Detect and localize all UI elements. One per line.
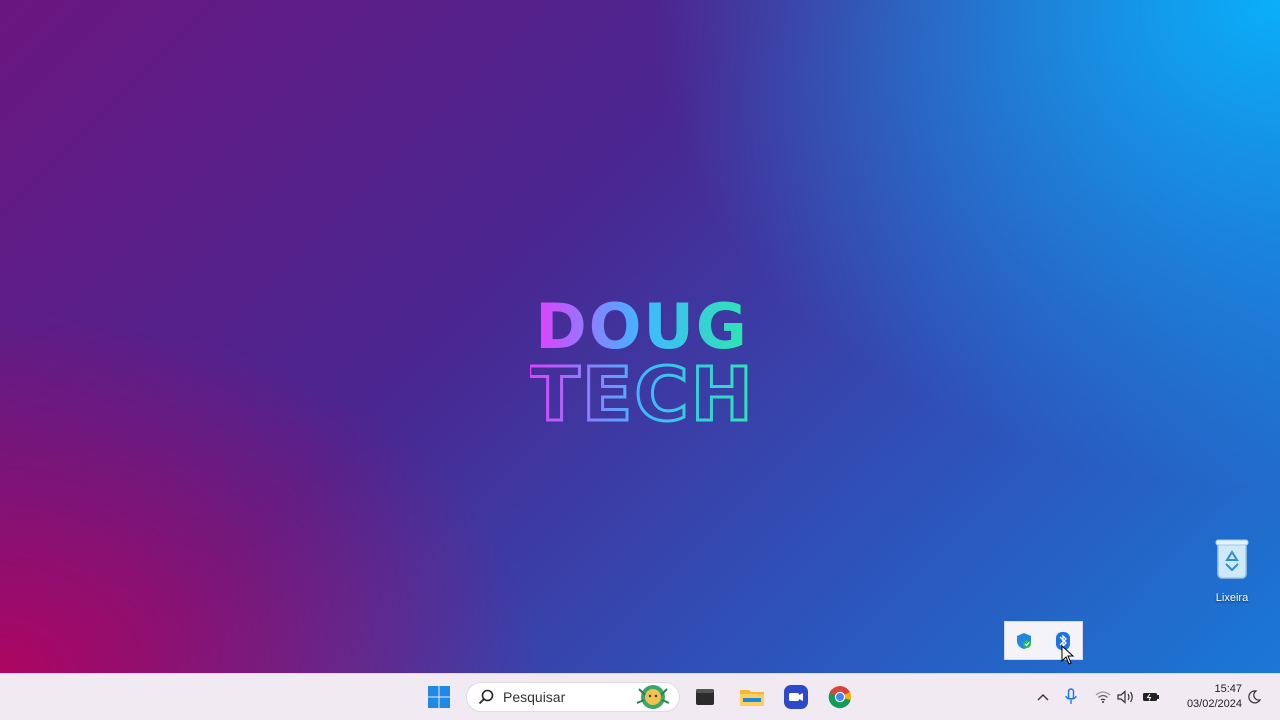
file-explorer-icon [740,690,764,706]
file-explorer-button[interactable] [735,680,769,714]
search-highlight-icon [636,685,670,709]
logo-line-2: TECH [530,352,755,430]
battery-icon [1143,693,1159,701]
terminal-icon [696,689,714,705]
show-hidden-icons-button[interactable] [1032,686,1054,708]
battery-button[interactable] [1140,686,1162,708]
search-icon [477,688,495,706]
wifi-icon [1095,691,1111,703]
taskbar-clock[interactable]: 15:47 03/02/2024 [1166,682,1242,712]
recycle-bin-label: Lixeira [1215,592,1249,604]
chrome-icon [828,686,852,709]
mouse-cursor-icon [1061,645,1075,665]
dougtech-logo: DOUG TECH [530,290,755,430]
windows-start-icon [428,686,450,708]
taskbar: Pesquisar 15:47 03/02/2024 [0,673,1280,720]
taskbar-search-box[interactable]: Pesquisar [466,682,680,712]
notifications-button[interactable] [1243,686,1265,708]
desktop-wallpaper: DOUG TECH Lixeira [0,0,1280,673]
clock-time: 15:47 [1214,683,1242,695]
recycle-bin-shortcut[interactable]: Lixeira [1204,538,1260,608]
search-placeholder: Pesquisar [503,689,566,705]
start-button[interactable] [422,680,456,714]
chrome-button[interactable] [823,680,857,714]
microphone-button[interactable] [1060,686,1082,708]
terminal-app-button[interactable] [688,680,722,714]
volume-button[interactable] [1115,686,1137,708]
volume-icon [1117,690,1133,704]
windows-security-icon[interactable] [1013,630,1035,652]
video-app-icon [784,685,808,709]
wifi-button[interactable] [1092,686,1114,708]
clock-date: 03/02/2024 [1186,698,1242,710]
recycle-bin-icon [1215,539,1249,579]
microphone-icon [1065,688,1077,704]
moon-icon [1248,690,1261,704]
chevron-up-icon [1037,694,1049,701]
video-app-button[interactable] [779,680,813,714]
